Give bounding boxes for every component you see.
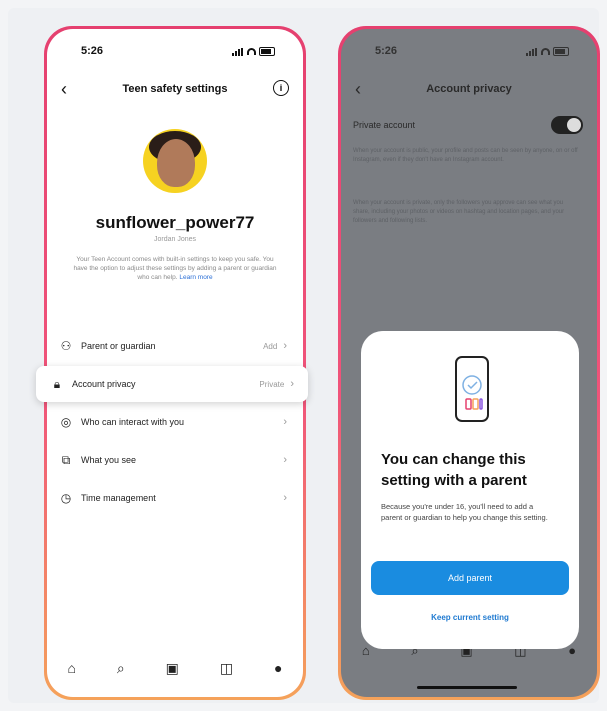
lock-icon: 🔒︎ [53,376,61,391]
sheet-heading: You can change this setting with a paren… [381,451,527,489]
home-icon[interactable]: ⌂ [67,660,75,676]
private-account-row: Private account [353,113,583,137]
private-account-toggle[interactable] [551,116,583,134]
menu-label: Parent or guardian [81,341,156,351]
avatar [143,129,207,193]
phone-left: 5:26 ‹ Teen safety settings i sunflower_… [44,26,306,700]
header: ‹ Teen safety settings i [47,79,303,101]
phone-screen: 5:26 ‹ Account privacy Private account W… [341,29,597,697]
avatar-face [157,139,195,187]
menu-label: Account privacy [72,379,136,389]
menu-item-interact[interactable]: ◎ Who can interact with you › [47,403,303,441]
menu-value: Add [263,341,278,351]
profile-icon[interactable]: ● [568,643,576,659]
chat-icon: ◎ [60,415,72,429]
sheet-body: Because you're under 16, you'll need to … [381,502,548,522]
page-title: Teen safety settings [122,83,228,95]
clock-icon: ◷ [60,491,72,505]
profile-icon[interactable]: ● [274,660,282,676]
private-account-label: Private account [353,120,416,130]
privacy-info-private: When your account is private, only the f… [353,200,565,224]
parent-required-sheet: You can change this setting with a paren… [361,331,579,649]
menu-value: Private [259,379,285,389]
status-icons [232,47,275,56]
chevron-right-icon: › [283,416,287,428]
add-parent-button[interactable]: Add parent [371,561,569,595]
header: ‹ Account privacy [341,79,597,101]
search-icon[interactable]: ⌕ [117,660,125,677]
chevron-right-icon: › [283,454,287,466]
info-icon[interactable]: i [273,80,289,96]
chevron-right-icon: › [283,340,287,352]
chevron-right-icon: › [290,378,294,390]
menu-label: Time management [81,493,156,503]
signal-icon [232,47,244,56]
home-icon[interactable]: ⌂ [362,643,370,659]
description: Your Teen Account comes with built-in se… [73,255,277,282]
status-time: 5:26 [375,45,398,57]
page-title: Account privacy [426,83,512,95]
phone-right: 5:26 ‹ Account privacy Private account W… [338,26,600,700]
shop-icon[interactable]: ◫ [220,660,233,677]
status-time: 5:26 [81,45,104,57]
wifi-icon [541,48,550,55]
reels-icon[interactable]: ▣ [166,660,179,677]
people-icon: ⚇ [60,339,72,353]
username: sunflower_power77 [95,213,255,232]
learn-more-link[interactable]: Learn more [179,274,212,281]
bottom-nav: ⌂ ⌕ ▣ ◫ ● [47,653,303,683]
status-bar: 5:26 [47,43,303,61]
wifi-icon [247,48,256,55]
subname: Jordan Jones [153,236,197,243]
status-bar: 5:26 [341,43,597,61]
battery-icon [259,47,275,56]
chevron-right-icon: › [283,492,287,504]
menu-label: Who can interact with you [81,417,185,427]
eye-icon: ⧉ [61,452,71,467]
menu-item-time[interactable]: ◷ Time management › [47,479,303,517]
phone-lock-icon [455,356,489,422]
settings-menu: ⚇ Parent or guardian Add › ◎ Who can int… [47,327,303,517]
phone-screen: 5:26 ‹ Teen safety settings i sunflower_… [47,29,303,697]
menu-item-what-you-see[interactable]: ⧉ What you see › [47,441,303,479]
status-icons [526,47,569,56]
menu-item-account-privacy[interactable]: 🔒︎ Account privacy Private › [36,366,308,402]
signal-icon [526,47,538,56]
privacy-info-public: When your account is public, your profil… [353,148,578,163]
description-text: Your Teen Account comes with built-in se… [73,256,277,281]
menu-label: What you see [81,455,137,465]
home-indicator [417,686,517,689]
menu-item-parent[interactable]: ⚇ Parent or guardian Add › [47,327,303,365]
battery-icon [553,47,569,56]
keep-current-setting-link[interactable]: Keep current setting [361,613,579,622]
